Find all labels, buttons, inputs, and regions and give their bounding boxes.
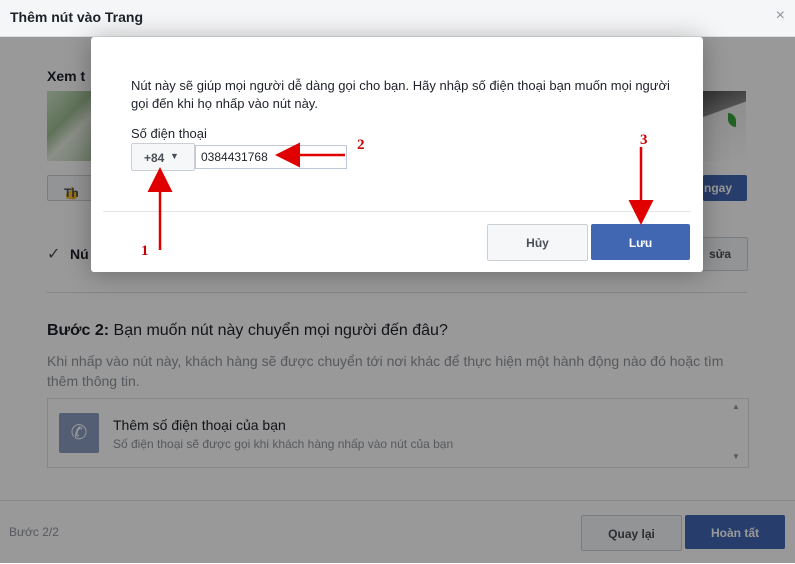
annotation-label-3: 3 [640, 132, 648, 148]
annotation-arrows [147, 142, 654, 250]
annotation-label-2: 2 [357, 137, 365, 153]
annotation-label-1: 1 [141, 243, 149, 259]
